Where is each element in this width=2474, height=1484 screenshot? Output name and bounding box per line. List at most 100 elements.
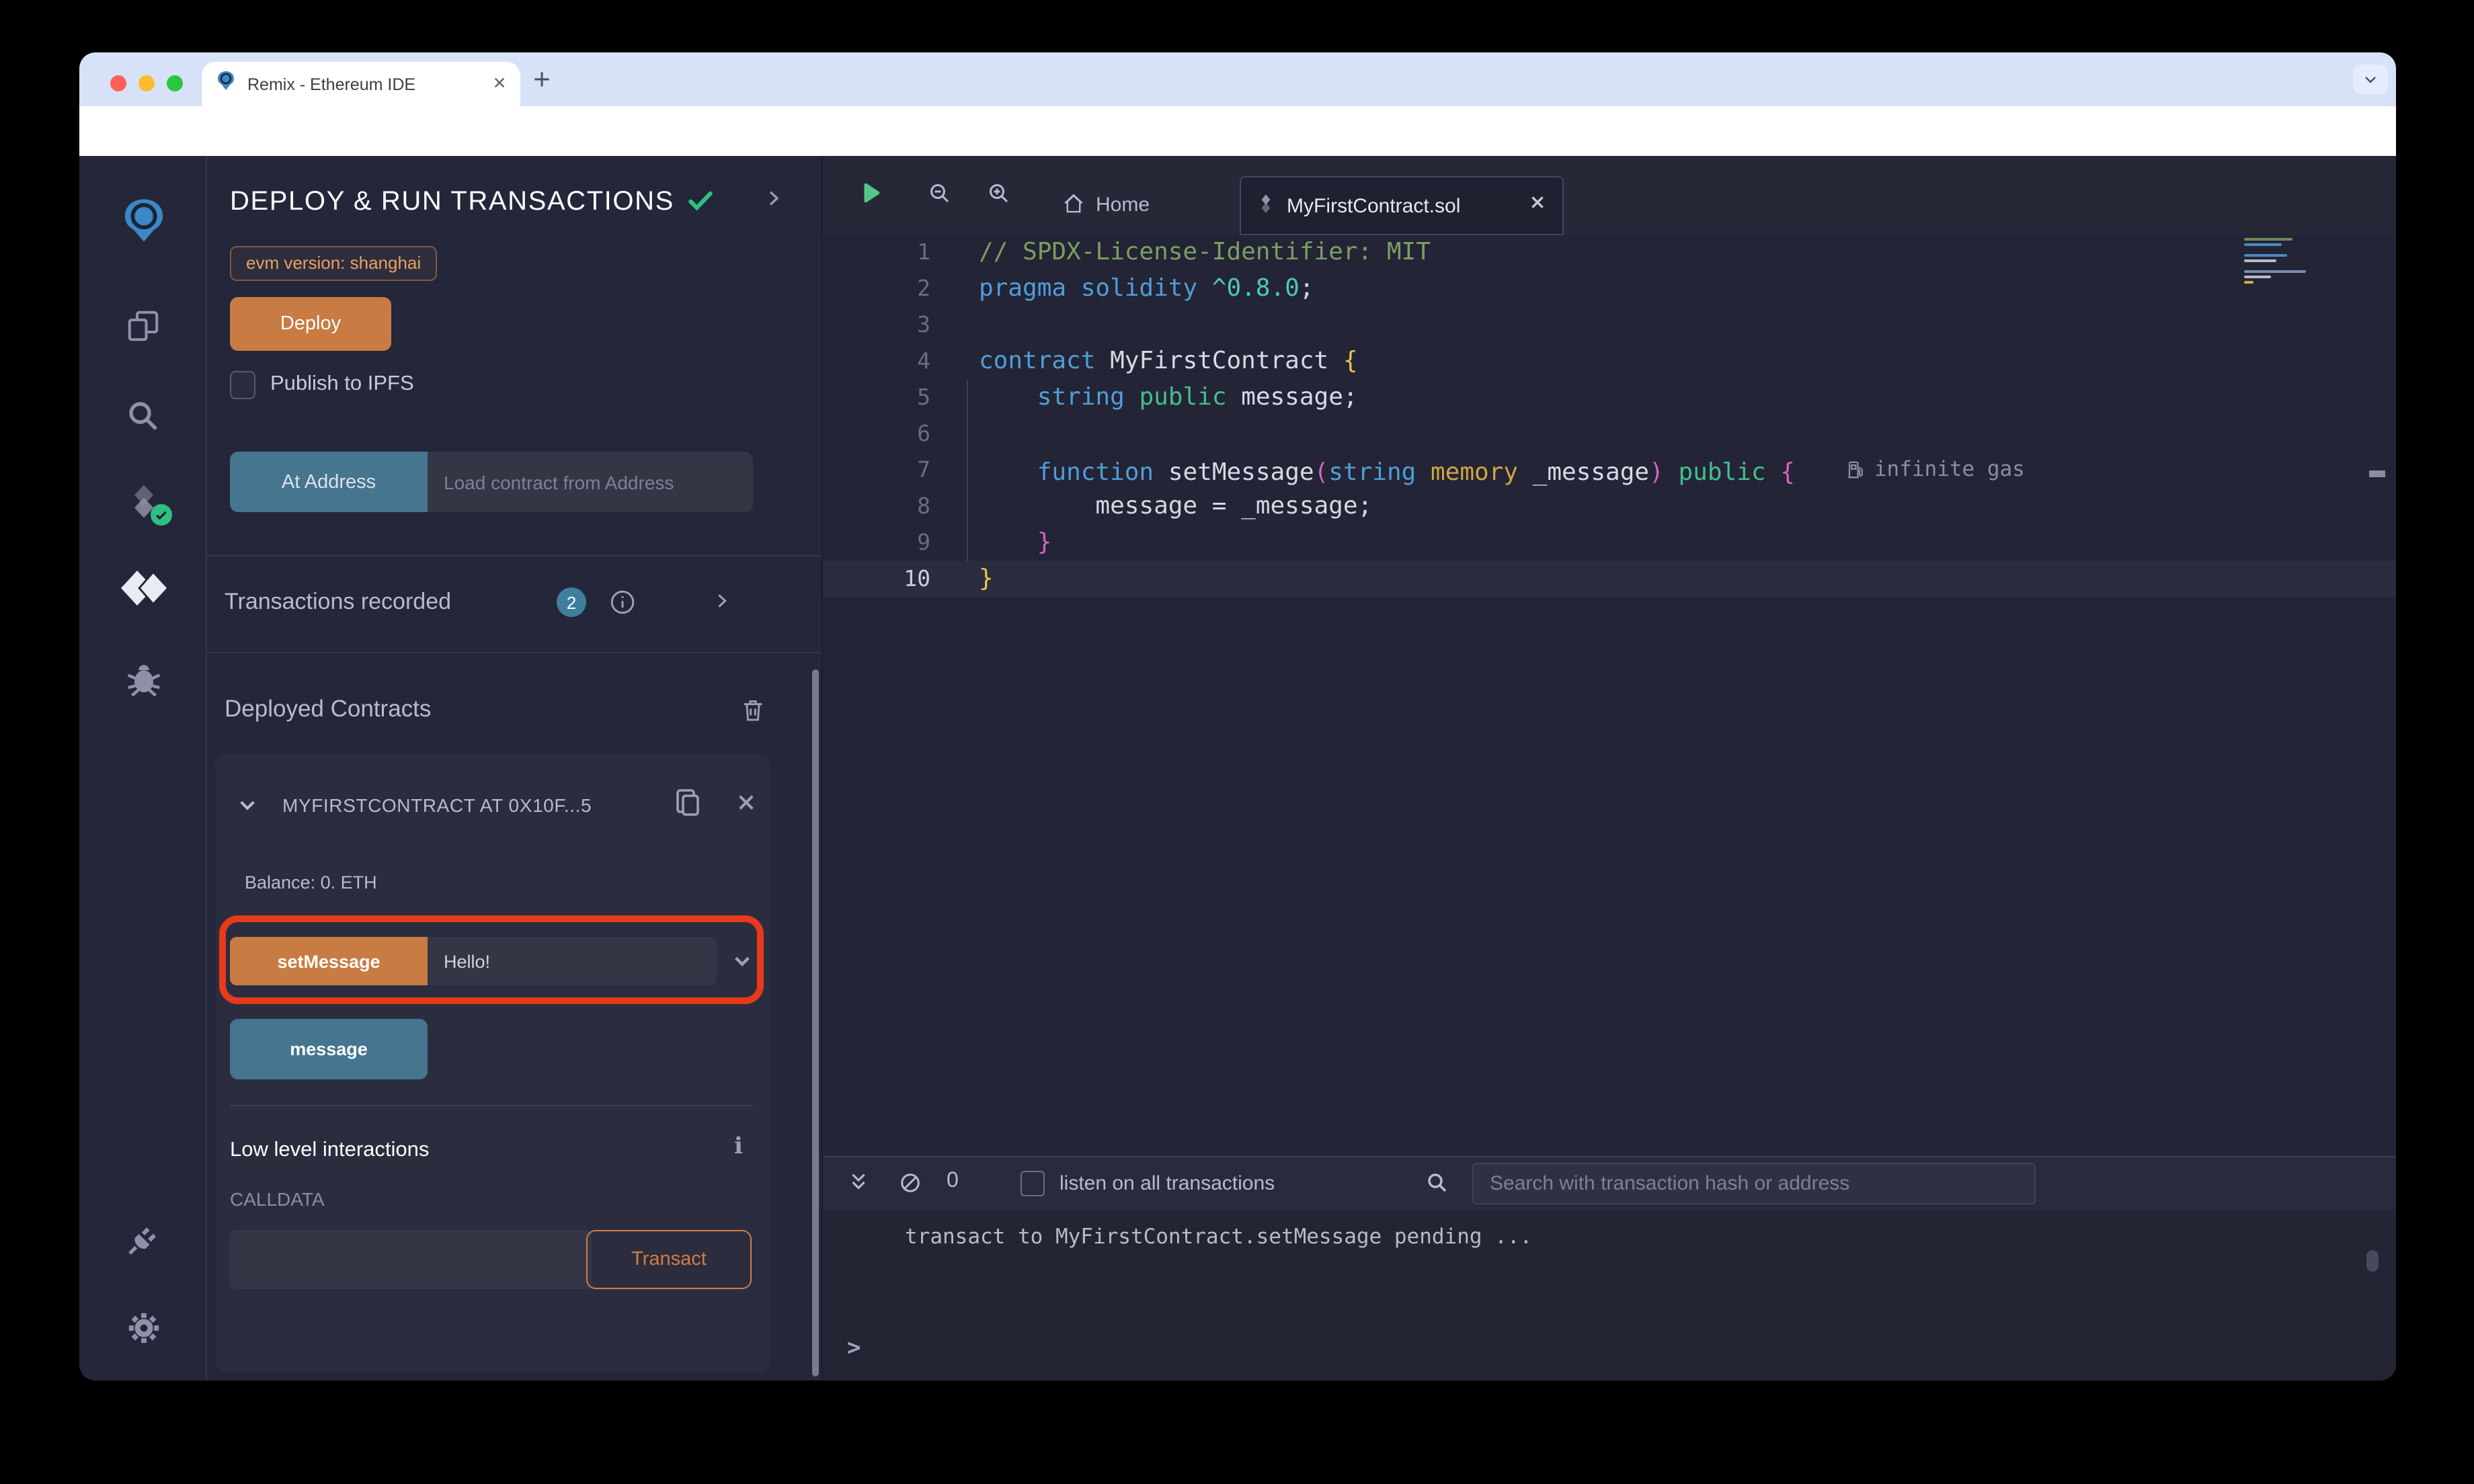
clear-console-icon[interactable] [898,1171,922,1202]
code-line[interactable]: 9 } [823,524,2396,561]
terminal-count-badge: 0 [947,1169,959,1192]
evm-version-badge: evm version: shanghai [230,246,438,281]
tab-title: Remix - Ethereum IDE [247,75,416,93]
deploy-and-run-icon[interactable] [79,570,207,606]
search-icon[interactable] [79,398,207,434]
editor-column: Home MyFirstContract.sol 1// SPDX-Licens… [822,156,2396,1380]
code-line[interactable]: 2 pragma solidity ^0.8.0; [823,270,2396,306]
home-tab-label: Home [1096,194,1150,216]
line-number: 7 [917,457,930,483]
solidity-compiler-icon[interactable] [79,483,207,526]
browser-toolbar: remix.ethereum.org/#lang=en&optimize=fal… [79,106,2396,252]
editor-tabbar: Home MyFirstContract.sol [823,156,2396,235]
indent-guide [967,380,968,562]
code-line[interactable]: 3 [823,306,2396,343]
line-number: 3 [917,312,930,337]
tab-home[interactable]: Home [1062,176,1150,234]
code-line[interactable]: 4 contract MyFirstContract { [823,343,2396,379]
transactions-recorded-label: Transactions recorded [225,589,452,614]
browser-window: Remix - Ethereum IDE DEPLOY & RUN TRANSA… [79,52,2396,1380]
copy-address-icon[interactable] [672,786,705,825]
deploy-button[interactable]: Deploy [230,297,391,351]
file-tab-label: MyFirstContract.sol [1287,194,1461,217]
transactions-expand-chevron-icon[interactable] [713,591,731,617]
low-level-info-icon[interactable]: i [734,1133,743,1160]
panel-divider [207,555,822,556]
deployed-contract-card: MYFIRSTCONTRACT AT 0X10F...5 Balance: 0.… [215,754,770,1372]
message-button[interactable]: message [230,1019,428,1079]
transactions-count-badge: 2 [557,587,586,617]
listen-transactions-label: listen on all transactions [1060,1172,1275,1195]
activity-bar [79,156,207,1380]
terminal-scrollbar[interactable] [2366,1250,2379,1272]
listen-transactions-checkbox[interactable] [1021,1171,1045,1196]
file-explorer-icon[interactable] [79,308,207,344]
calldata-input[interactable] [230,1230,592,1289]
minimap[interactable] [2244,235,2327,294]
solidity-file-icon [1257,194,1275,220]
info-circle-icon[interactable] [608,587,637,624]
trash-icon[interactable] [740,696,766,730]
expand-args-chevron-icon[interactable] [731,950,753,979]
panel-title: DEPLOY & RUN TRANSACTIONS [230,187,674,216]
browser-tab[interactable]: Remix - Ethereum IDE [202,62,520,106]
code-line[interactable]: 7 function setMessage(string memory _mes… [823,452,2396,488]
at-address-input[interactable] [428,452,753,512]
set-message-input[interactable] [428,937,717,985]
maximize-window-button[interactable] [167,75,183,91]
browser-tabstrip: Remix - Ethereum IDE [79,52,2396,106]
zoom-in-icon[interactable] [987,181,1011,212]
line-number: 2 [917,276,930,301]
remove-contract-icon[interactable] [735,792,757,820]
line-number: 9 [917,530,930,555]
settings-gear-icon[interactable] [79,1309,207,1347]
plugin-manager-icon[interactable] [79,1221,207,1258]
zoom-out-icon[interactable] [928,181,952,212]
calldata-label: CALLDATA [230,1188,325,1210]
collapse-terminal-icon[interactable] [847,1171,870,1200]
terminal-prompt[interactable]: > [847,1335,861,1362]
transact-button[interactable]: Transact [586,1230,752,1289]
at-address-button[interactable]: At Address [230,452,428,512]
panel-collapse-chevron-icon[interactable] [764,188,784,215]
terminal-log-line: transact to MyFirstContract.setMessage p… [905,1225,1533,1249]
code-line[interactable]: 10} [823,561,2396,597]
panel-divider [207,652,822,653]
terminal-search-icon [1425,1171,1449,1202]
run-script-play-icon[interactable] [858,180,883,212]
line-number: 10 [904,566,930,591]
code-line[interactable]: 1// SPDX-License-Identifier: MIT [823,234,2396,270]
file-tab-close-icon[interactable] [1529,194,1546,218]
minimize-window-button[interactable] [138,75,155,91]
panel-scrollbar[interactable] [812,669,819,1376]
tab-file-active[interactable]: MyFirstContract.sol [1240,176,1564,235]
remix-app: DEPLOY & RUN TRANSACTIONS evm version: s… [79,156,2396,1380]
gas-annotation: infinite gas [1846,452,2025,488]
set-message-button[interactable]: setMessage [230,937,428,985]
terminal: 0 listen on all transactions transact to… [823,1156,2396,1380]
code-lines: 1// SPDX-License-Identifier: MIT 2 pragma … [823,234,2396,597]
tab-search-chevron-button[interactable] [2353,65,2388,94]
code-line[interactable]: 6 [823,415,2396,452]
remix-logo-icon[interactable] [79,196,207,245]
terminal-toolbar: 0 listen on all transactions [823,1157,2396,1210]
overview-ruler-marker [2369,470,2385,477]
balance-label: Balance: 0. ETH [245,872,377,893]
remix-favicon-icon [215,70,237,98]
contract-collapse-chevron-icon[interactable] [237,794,258,823]
terminal-search-input[interactable] [1472,1163,2036,1204]
line-number: 4 [917,348,930,374]
deploy-run-panel: DEPLOY & RUN TRANSACTIONS evm version: s… [207,156,822,1380]
line-number: 5 [917,384,930,410]
close-window-button[interactable] [110,75,126,91]
publish-ipfs-checkbox[interactable] [230,371,255,399]
code-line[interactable]: 8 message = _message; [823,488,2396,524]
line-number: 6 [917,421,930,446]
code-editor[interactable]: 1// SPDX-License-Identifier: MIT 2 pragma … [823,234,2396,1156]
code-line[interactable]: 5 string public message; [823,379,2396,415]
debugger-bug-icon[interactable] [79,659,207,696]
at-address-row: At Address [230,452,753,512]
new-tab-button[interactable] [531,69,553,97]
deployed-contracts-title: Deployed Contracts [225,695,432,722]
tab-close-icon[interactable] [492,72,507,96]
